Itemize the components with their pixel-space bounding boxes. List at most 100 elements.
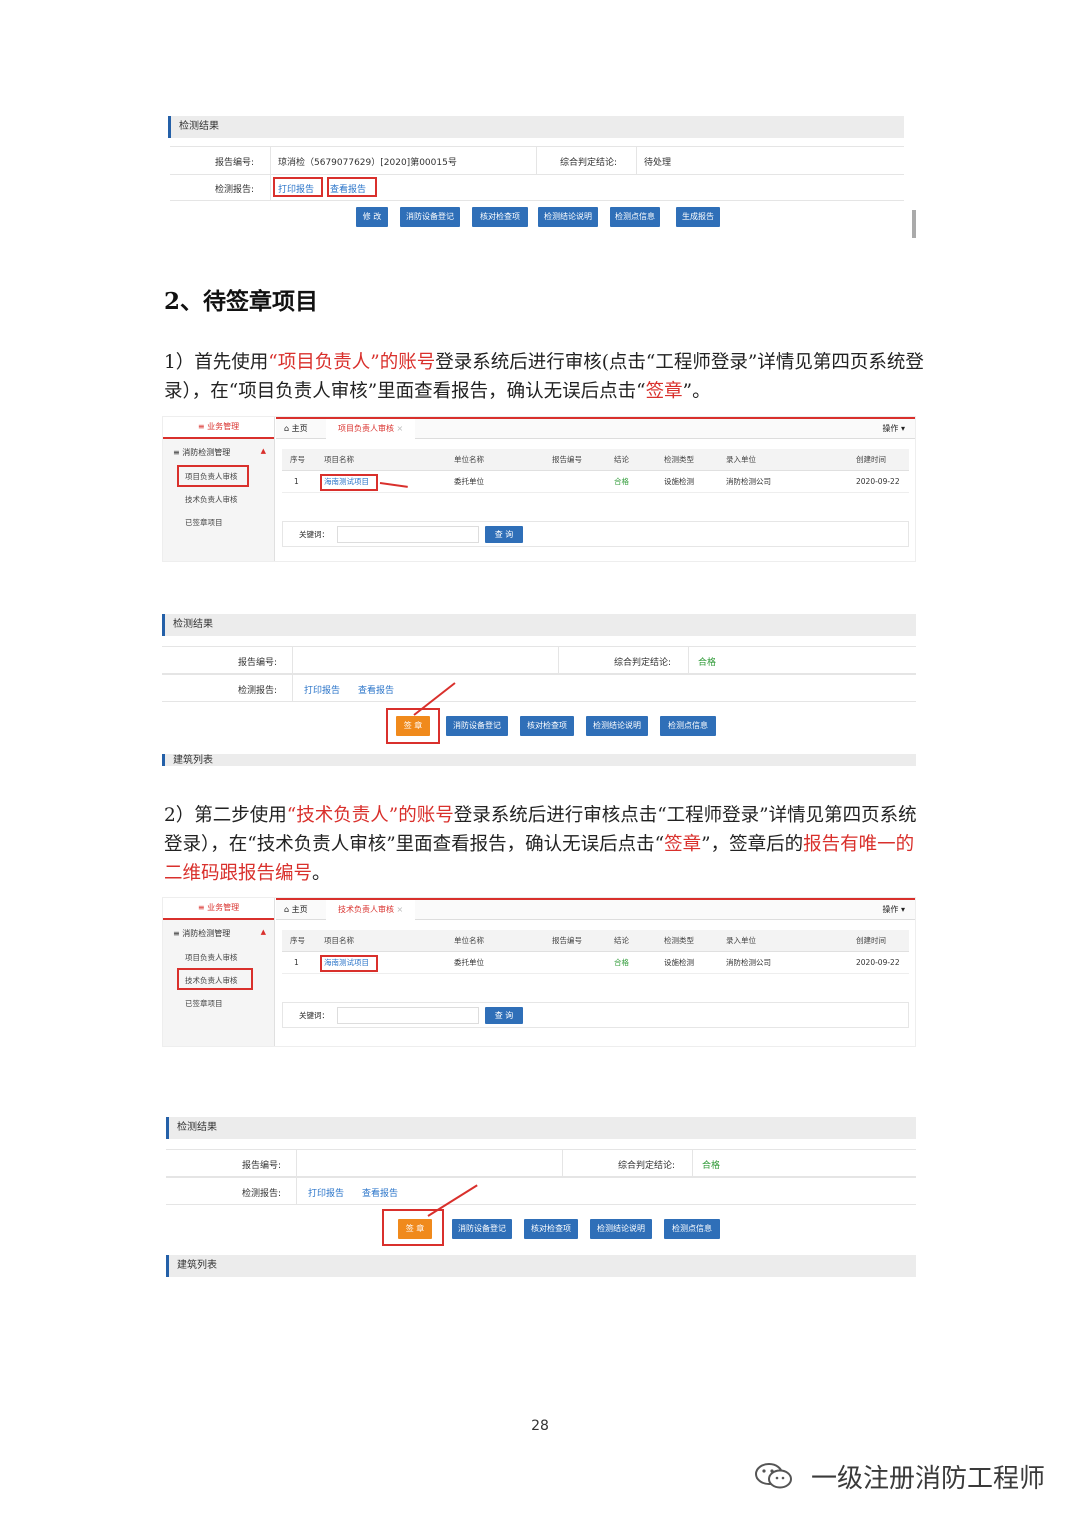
highlight-box xyxy=(327,177,377,197)
conclusion-label: 综合判定结论: xyxy=(614,658,672,668)
instruction-paragraph-2: 2）第二步使用“技术负责人”的账号登录系统后进行审核点击“工程师登录”详情见第四… xyxy=(164,801,924,888)
column-header: 录入单位 xyxy=(726,455,756,464)
report-label: 检测报告: xyxy=(238,686,278,696)
table-header: 序号 项目名称 单位名称 报告编号 结论 检测类型 录入单位 创建时间 xyxy=(282,930,909,952)
table-cell: 合格 xyxy=(614,958,629,967)
column-header: 报告编号 xyxy=(552,936,582,945)
sidebar-group-fire-detection[interactable]: ≡ 消防检测管理 ▲ xyxy=(163,920,274,946)
fire-equipment-register-button[interactable]: 消防设备登记 xyxy=(452,1219,512,1239)
report-number-label: 报告编号: xyxy=(214,158,254,168)
keyword-label: 关键词： xyxy=(299,1011,329,1020)
detection-result-panel-1: 检测结果 报告编号: 琼消检（5679077629）[2020]第00015号 … xyxy=(162,110,916,238)
section-title: 检测结果 xyxy=(162,614,916,636)
sign-button[interactable]: 签 章 xyxy=(396,716,430,736)
keyword-input[interactable] xyxy=(337,1007,479,1024)
sidebar-item-signed-projects[interactable]: 已签章项目 xyxy=(163,511,274,534)
conclusion-note-button[interactable]: 检测结论说明 xyxy=(538,207,598,227)
report-number-label: 报告编号: xyxy=(242,1161,282,1171)
tab-bar: ⌂ 主页 技术负责人审核 × 操作 ▾ xyxy=(276,898,915,920)
report-number-row: 报告编号: 综合判定结论: 合格 xyxy=(162,646,916,674)
table-row[interactable]: 1 海南测试项目 委托单位 合格 设施检测 消防检测公司 2020-09-22 xyxy=(282,952,909,974)
column-header: 录入单位 xyxy=(726,936,756,945)
check-point-info-button[interactable]: 检测点信息 xyxy=(660,716,716,736)
report-links-row: 检测报告: 打印报告 查看报告 xyxy=(162,674,916,702)
para-text: ”，签章后的 xyxy=(701,834,804,855)
sidebar-group-label: ≡ 消防检测管理 xyxy=(173,448,231,457)
check-point-info-button[interactable]: 检测点信息 xyxy=(610,207,660,227)
check-items-button[interactable]: 核对检查项 xyxy=(520,716,574,736)
check-point-info-button[interactable]: 检测点信息 xyxy=(664,1219,720,1239)
highlight-box xyxy=(320,474,378,491)
close-icon[interactable]: × xyxy=(397,424,404,433)
sidebar-item-tech-lead-review[interactable]: 技术负责人审核 xyxy=(163,488,274,511)
print-report-link[interactable]: 打印报告 xyxy=(308,1186,344,1199)
conclusion-label: 综合判定结论: xyxy=(618,1161,676,1171)
column-header: 单位名称 xyxy=(454,936,484,945)
close-icon[interactable]: × xyxy=(397,905,404,914)
table-cell: 2020-09-22 xyxy=(856,477,900,486)
keyword-input[interactable] xyxy=(337,526,479,543)
tab-label: 项目负责人审核 xyxy=(338,424,394,433)
operations-dropdown[interactable]: 操作 ▾ xyxy=(882,900,905,920)
report-links-row: 检测报告: 打印报告 查看报告 xyxy=(166,1177,916,1205)
building-list-title: 建筑列表 xyxy=(166,1255,916,1277)
column-header: 项目名称 xyxy=(324,936,354,945)
main-area: ⌂ 主页 项目负责人审核 × 操作 ▾ 序号 项目名称 单位名称 报告编号 结论… xyxy=(276,417,915,561)
tab-label: 主页 xyxy=(291,905,308,914)
para-text: ”。 xyxy=(682,381,711,402)
tab-label: 主页 xyxy=(291,424,308,433)
query-button[interactable]: 查 询 xyxy=(485,1007,523,1024)
check-items-button[interactable]: 核对检查项 xyxy=(472,207,528,227)
report-number-row: 报告编号: 琼消检（5679077629）[2020]第00015号 综合判定结… xyxy=(170,146,904,174)
view-report-link[interactable]: 查看报告 xyxy=(358,683,394,696)
edit-button[interactable]: 修 改 xyxy=(356,207,388,227)
table-cell: 设施检测 xyxy=(664,958,694,967)
tab-project-lead-review[interactable]: 项目负责人审核 × xyxy=(326,419,416,439)
sidebar-item-project-lead-review[interactable]: 项目负责人审核 xyxy=(163,946,274,969)
operations-dropdown[interactable]: 操作 ▾ xyxy=(882,419,905,439)
section-heading: 2、待签章项目 xyxy=(164,288,319,315)
tab-home[interactable]: ⌂ 主页 xyxy=(284,900,308,920)
pointer-arrow xyxy=(379,482,408,488)
table-cell: 委托单位 xyxy=(454,958,484,967)
tab-home[interactable]: ⌂ 主页 xyxy=(284,419,308,439)
table-cell: 设施检测 xyxy=(664,477,694,486)
generate-report-button[interactable]: 生成报告 xyxy=(676,207,720,227)
sidebar: ≡ 业务管理 ≡ 消防检测管理 ▲ 项目负责人审核 技术负责人审核 已签章项目 xyxy=(163,898,275,1046)
fire-equipment-register-button[interactable]: 消防设备登记 xyxy=(400,207,460,227)
highlight-box xyxy=(177,465,249,487)
section-title: 检测结果 xyxy=(166,1117,916,1139)
report-label: 检测报告: xyxy=(214,185,254,195)
query-button[interactable]: 查 询 xyxy=(485,526,523,543)
conclusion-note-button[interactable]: 检测结论说明 xyxy=(586,716,648,736)
conclusion-value: 合格 xyxy=(698,658,717,668)
check-items-button[interactable]: 核对检查项 xyxy=(524,1219,578,1239)
column-header: 序号 xyxy=(290,936,305,945)
sidebar-business-menu[interactable]: ≡ 业务管理 xyxy=(163,417,274,439)
sidebar-group-fire-detection[interactable]: ≡ 消防检测管理 ▲ xyxy=(163,439,274,465)
sidebar-item-signed-projects[interactable]: 已签章项目 xyxy=(163,992,274,1015)
sign-button[interactable]: 签 章 xyxy=(398,1219,432,1239)
fire-equipment-register-button[interactable]: 消防设备登记 xyxy=(446,716,508,736)
report-label: 检测报告: xyxy=(242,1189,282,1199)
table-cell: 消防检测公司 xyxy=(726,958,771,967)
para-highlight: “项目负责人”的账号 xyxy=(268,352,436,373)
para-highlight: 签章 xyxy=(645,381,683,402)
main-area: ⌂ 主页 技术负责人审核 × 操作 ▾ 序号 项目名称 单位名称 报告编号 结论… xyxy=(276,898,915,1046)
tab-tech-lead-review[interactable]: 技术负责人审核 × xyxy=(326,900,416,920)
conclusion-label: 综合判定结论: xyxy=(560,158,618,168)
table-header: 序号 项目名称 单位名称 报告编号 结论 检测类型 录入单位 创建时间 xyxy=(282,449,909,471)
sidebar-business-menu[interactable]: ≡ 业务管理 xyxy=(163,898,274,920)
wechat-icon xyxy=(755,1463,792,1489)
scrollbar[interactable] xyxy=(912,210,916,238)
watermark-text: 一级注册消防工程师 xyxy=(810,1464,1045,1494)
table-row[interactable]: 1 海南测试项目 委托单位 合格 设施检测 消防检测公司 2020-09-22 xyxy=(282,471,909,493)
conclusion-note-button[interactable]: 检测结论说明 xyxy=(590,1219,652,1239)
view-report-link[interactable]: 查看报告 xyxy=(362,1186,398,1199)
print-report-link[interactable]: 打印报告 xyxy=(304,683,340,696)
para-highlight: 签章 xyxy=(664,834,702,855)
home-icon: ⌂ xyxy=(284,424,290,433)
search-bar: 关键词： 查 询 xyxy=(282,521,909,547)
table-cell: 委托单位 xyxy=(454,477,484,486)
search-bar: 关键词： 查 询 xyxy=(282,1002,909,1028)
